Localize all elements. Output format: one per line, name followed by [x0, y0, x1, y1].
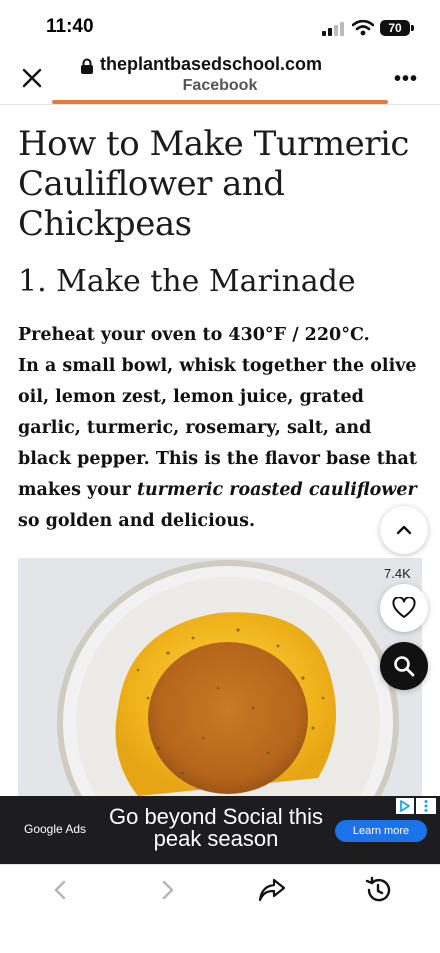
heart-icon — [392, 597, 416, 618]
marinade-photo — [18, 558, 422, 796]
article-title: How to Make Turmeric Cauliflower and Chi… — [18, 124, 409, 244]
paragraph-2: In a small bowl, whisk together the oliv… — [18, 356, 417, 531]
header-divider — [0, 104, 440, 105]
chevron-left-icon — [54, 880, 66, 900]
forward-button[interactable] — [152, 874, 184, 906]
referrer-label: Facebook — [182, 77, 258, 94]
search-button[interactable] — [380, 642, 428, 690]
preheat-text: Preheat your oven to — [18, 325, 229, 345]
instructions-text: In a small bowl, whisk together the oliv… — [18, 356, 417, 500]
ad-headline[interactable]: Go beyond Social this peak season — [106, 806, 326, 850]
like-count: 7.4K — [384, 566, 411, 581]
more-options-icon[interactable]: ••• — [394, 68, 418, 91]
battery-icon: 70 — [380, 20, 410, 36]
ad-learn-more-button[interactable]: Learn more — [335, 820, 427, 842]
search-icon — [394, 656, 415, 677]
page-domain[interactable]: theplantbasedschool.com — [100, 54, 322, 75]
favorite-button[interactable] — [380, 584, 428, 632]
back-button[interactable] — [44, 874, 76, 906]
recipe-link-text[interactable]: turmeric roasted cauliflower — [137, 480, 417, 500]
battery-nub — [411, 25, 414, 31]
share-button[interactable] — [256, 874, 288, 906]
chevron-up-icon — [396, 525, 412, 535]
ad-menu-icon[interactable] — [416, 798, 436, 814]
scroll-to-top-button[interactable] — [380, 506, 428, 554]
status-time: 11:40 — [46, 16, 94, 37]
ad-choices-icon[interactable] — [396, 798, 414, 814]
lock-icon — [81, 58, 93, 74]
signal-icon — [322, 22, 344, 36]
chevron-right-icon — [162, 880, 174, 900]
article-body: Preheat your oven to 430°F / 220°C. In a… — [18, 320, 422, 537]
oven-temperature: 430°F / 220°C — [228, 325, 364, 345]
ad-brand: Google Ads — [24, 822, 87, 836]
share-arrow-icon — [258, 878, 286, 902]
period: . — [363, 325, 370, 345]
instructions-end: so golden and delicious. — [18, 511, 256, 531]
history-button[interactable] — [362, 874, 394, 906]
paragraph-1: Preheat your oven to 430°F / 220°C. — [18, 325, 370, 345]
wifi-icon — [352, 20, 374, 36]
history-icon — [365, 876, 391, 902]
step-heading: 1. Make the Marinade — [18, 264, 356, 299]
